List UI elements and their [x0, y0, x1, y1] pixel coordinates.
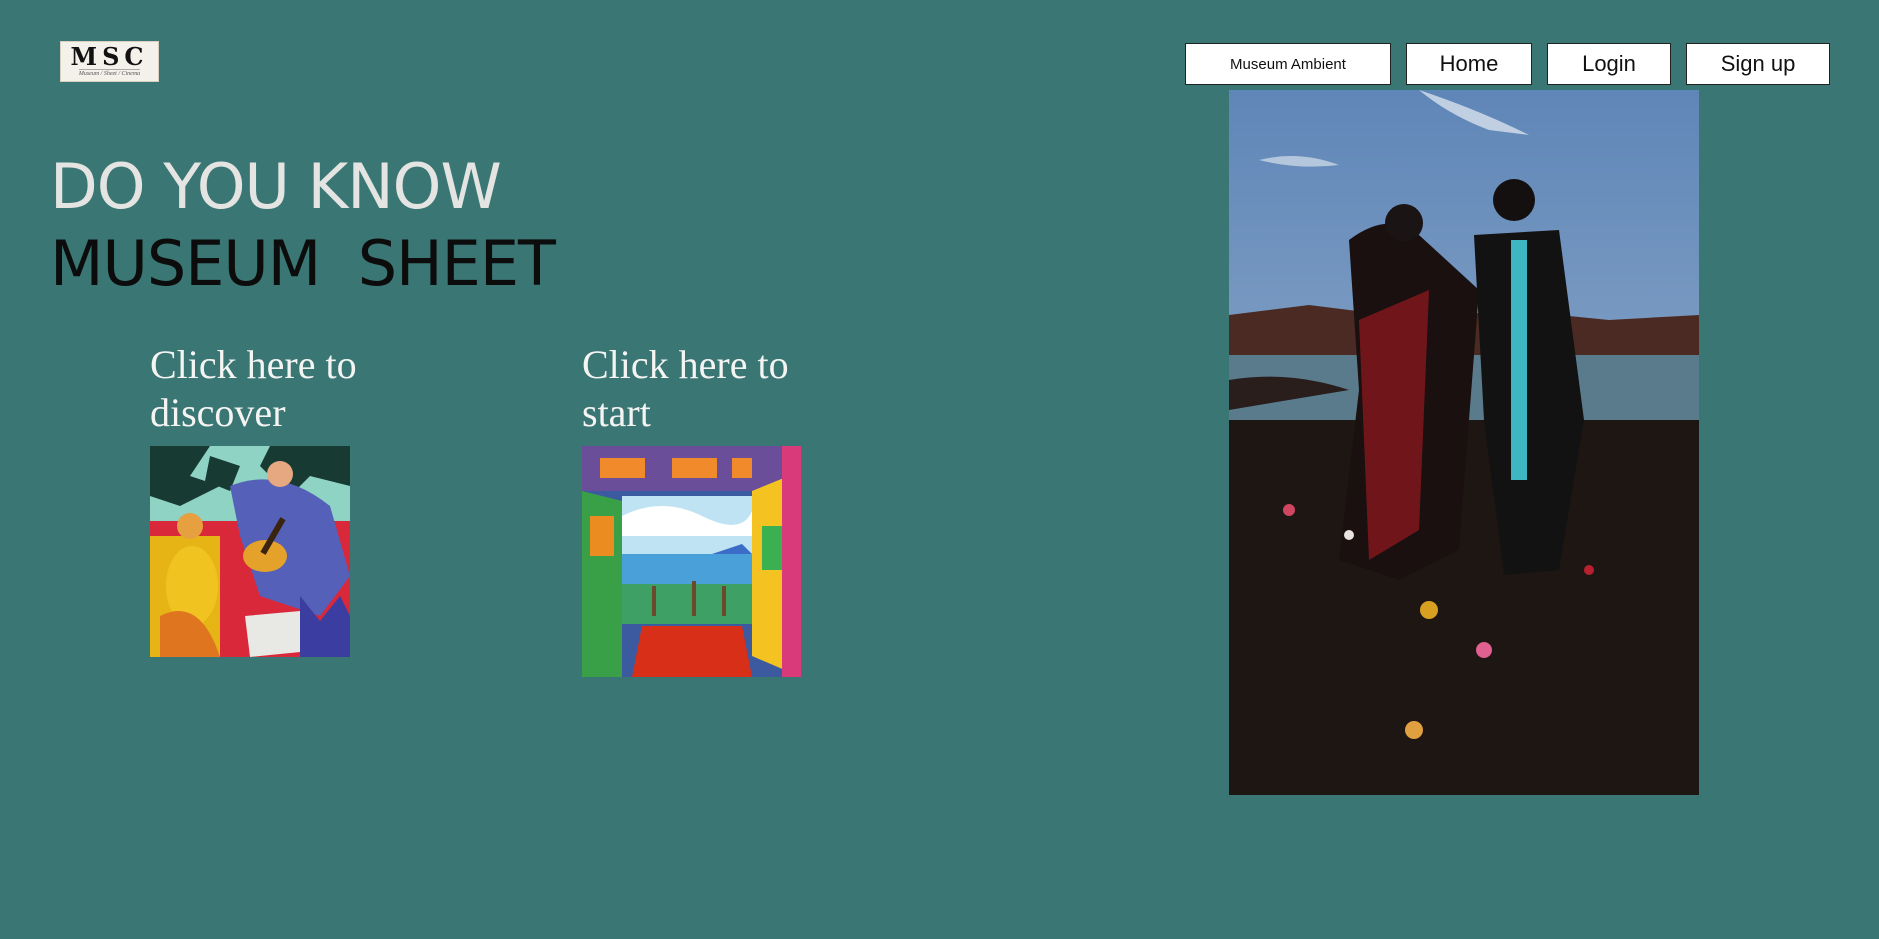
matisse-music-painting-icon	[150, 446, 350, 657]
home-button[interactable]: Home	[1406, 43, 1532, 85]
logo-text: MSC	[70, 42, 149, 71]
museum-ambient-button[interactable]: Museum Ambient	[1185, 43, 1391, 85]
login-button[interactable]: Login	[1547, 43, 1671, 85]
hero-fashion-photo	[1229, 90, 1699, 795]
signup-button[interactable]: Sign up	[1686, 43, 1830, 85]
logo-tagline: Museum / Sheet / Cinema	[78, 69, 141, 77]
beach-models-photo-icon	[1229, 90, 1699, 795]
open-window-painting-icon	[582, 446, 801, 677]
start-link[interactable]: Click here to start	[582, 341, 862, 437]
discover-link[interactable]: Click here to discover	[150, 341, 430, 437]
site-logo[interactable]: MSC Museum / Sheet / Cinema	[60, 41, 159, 82]
start-artwork-image[interactable]	[582, 446, 801, 677]
headline-line-2: MUSEUM SHEET	[50, 227, 556, 300]
headline-line-1: DO YOU KNOW	[50, 150, 502, 223]
discover-artwork-image[interactable]	[150, 446, 350, 657]
